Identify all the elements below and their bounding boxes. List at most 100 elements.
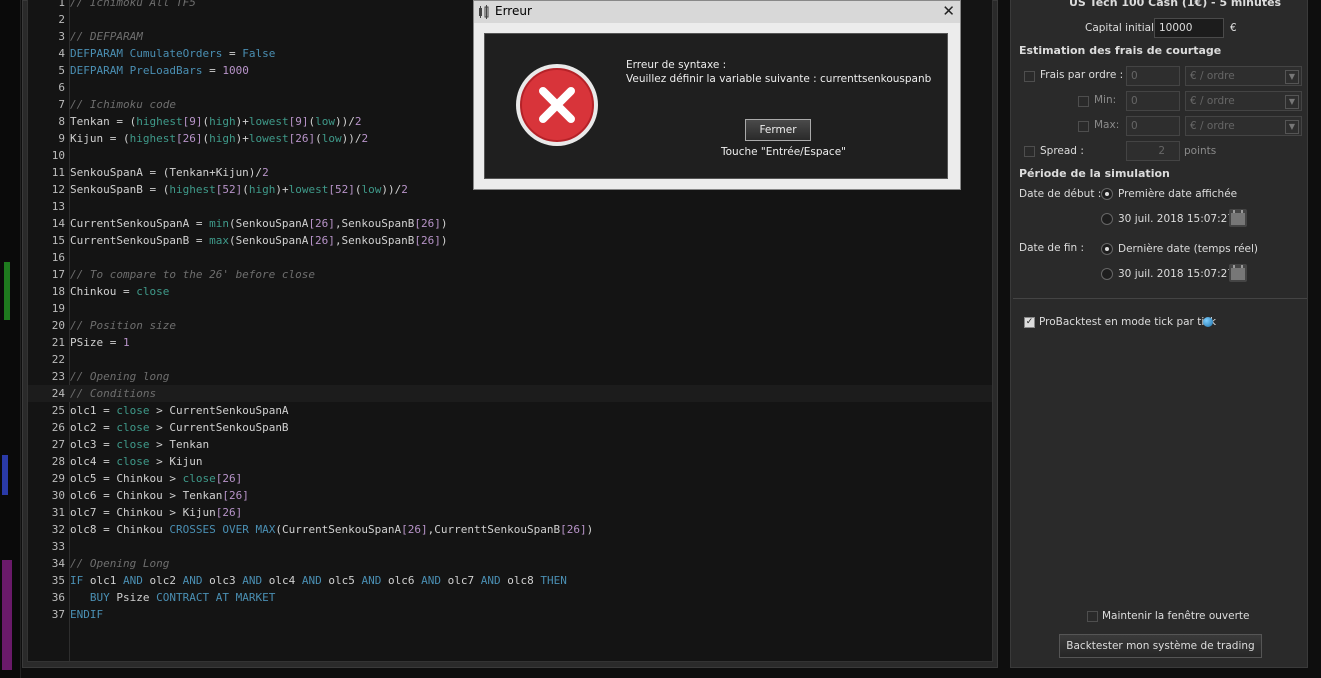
code-line[interactable]: 14 CurrentSenkouSpanA = min(SenkouSpanA[2… xyxy=(28,215,992,232)
code-token: high xyxy=(248,183,276,196)
code-line[interactable]: 23 // Opening long xyxy=(28,368,992,385)
code-line[interactable]: 30 olc6 = Chinkou > Tenkan[26] xyxy=(28,487,992,504)
code-line[interactable]: 31 olc7 = Chinkou > Kijun[26] xyxy=(28,504,992,521)
dialog-titlebar[interactable]: Erreur ✕ xyxy=(474,1,960,23)
code-line[interactable]: 16 xyxy=(28,249,992,266)
backtest-button[interactable]: Backtester mon système de trading xyxy=(1059,634,1262,658)
code-text: olc3 = close > Tenkan xyxy=(70,436,209,453)
code-token: [52] xyxy=(328,183,355,196)
line-number: 9 xyxy=(58,132,65,145)
code-line[interactable]: 37 ENDIF xyxy=(28,606,992,623)
min-checkbox[interactable] xyxy=(1078,96,1089,107)
code-line[interactable]: 29 olc5 = Chinkou > close[26] xyxy=(28,470,992,487)
code-line[interactable]: 36 BUY Psize CONTRACT AT MARKET xyxy=(28,589,992,606)
code-token: [26] xyxy=(222,489,249,502)
spread-input[interactable]: 2 xyxy=(1126,141,1180,161)
code-token: olc2 = xyxy=(70,421,117,434)
code-token: // Ichimoku code xyxy=(70,98,176,111)
code-token: IF xyxy=(70,574,84,587)
fees-section-title: Estimation des frais de courtage xyxy=(1019,44,1222,57)
min-input[interactable]: 0 xyxy=(1126,91,1180,111)
code-line[interactable]: 20 // Position size xyxy=(28,317,992,334)
fee-per-order-unit-select[interactable]: € / ordre ▼ xyxy=(1185,66,1302,86)
fee-per-order-input[interactable]: 0 xyxy=(1126,66,1180,86)
code-line[interactable]: 28 olc4 = close > Kijun xyxy=(28,453,992,470)
fee-per-order-checkbox[interactable] xyxy=(1024,71,1035,82)
min-unit-select[interactable]: € / ordre ▼ xyxy=(1185,91,1302,111)
end-last-date-radio[interactable] xyxy=(1101,243,1113,255)
code-token: Tenkan = ( xyxy=(70,115,137,128)
line-number: 37 xyxy=(51,608,65,621)
key-hint: Touche "Entrée/Espace" xyxy=(721,146,846,158)
code-text: Chinkou = close xyxy=(70,283,169,300)
code-token: AND xyxy=(301,574,322,587)
code-line[interactable]: 24 // Conditions xyxy=(28,385,992,402)
code-text: // To compare to the 26' before close xyxy=(70,266,315,283)
code-text: olc6 = Chinkou > Tenkan[26] xyxy=(70,487,249,504)
tick-mode-checkbox[interactable]: ✓ xyxy=(1024,317,1035,328)
spread-checkbox[interactable] xyxy=(1024,146,1035,157)
end-custom-date-radio[interactable] xyxy=(1101,268,1113,280)
close-icon[interactable]: ✕ xyxy=(942,2,955,20)
code-line[interactable]: 19 xyxy=(28,300,992,317)
code-line[interactable]: 32 olc8 = Chinkou CROSSES OVER MAX(Curren… xyxy=(28,521,992,538)
code-token: [26] xyxy=(175,132,203,145)
code-line[interactable]: 22 xyxy=(28,351,992,368)
code-text: olc7 = Chinkou > Kijun[26] xyxy=(70,504,242,521)
capital-input[interactable]: 10000 xyxy=(1154,18,1224,38)
start-custom-date-radio[interactable] xyxy=(1101,213,1113,225)
line-number: 19 xyxy=(51,302,65,315)
calendar-icon[interactable] xyxy=(1229,264,1247,282)
info-icon[interactable] xyxy=(1203,317,1213,327)
code-token: ) xyxy=(440,234,448,247)
keep-open-label: Maintenir la fenêtre ouverte xyxy=(1102,610,1250,622)
code-token: ENDIF xyxy=(70,608,104,621)
code-token: > Tenkan xyxy=(149,438,210,451)
code-token: THEN xyxy=(540,574,567,587)
code-token: ) xyxy=(440,217,448,230)
code-token: [52] xyxy=(215,183,243,196)
code-line[interactable]: 21 PSize = 1 xyxy=(28,334,992,351)
code-line[interactable]: 17 // To compare to the 26' before close xyxy=(28,266,992,283)
line-number: 20 xyxy=(51,319,65,332)
code-line[interactable]: 18 Chinkou = close xyxy=(28,283,992,300)
line-number: 31 xyxy=(51,506,65,519)
code-text: DEFPARAM CumulateOrders = False xyxy=(70,45,275,62)
close-button[interactable]: Fermer xyxy=(745,119,811,141)
keep-open-checkbox[interactable] xyxy=(1087,611,1098,622)
code-token: close xyxy=(182,472,216,485)
code-text: // Position size xyxy=(70,317,176,334)
code-token: olc7 = Chinkou > Kijun xyxy=(70,506,216,519)
fee-per-order-label: Frais par ordre : xyxy=(1040,69,1124,81)
code-line[interactable]: 25 olc1 = close > CurrentSenkouSpanA xyxy=(28,402,992,419)
start-date-label: Date de début : xyxy=(1019,188,1102,200)
code-line[interactable]: 27 olc3 = close > Tenkan xyxy=(28,436,992,453)
code-line[interactable]: 13 xyxy=(28,198,992,215)
code-text: // DEFPARAM xyxy=(70,28,143,45)
code-token: 2 xyxy=(262,166,269,179)
code-token: AND xyxy=(182,574,203,587)
calendar-icon[interactable] xyxy=(1229,209,1247,227)
code-token: [26] xyxy=(215,506,243,519)
code-line[interactable]: 15 CurrentSenkouSpanB = max(SenkouSpanA[2… xyxy=(28,232,992,249)
line-number: 36 xyxy=(51,591,65,604)
start-first-date-radio[interactable] xyxy=(1101,188,1113,200)
line-number: 3 xyxy=(58,30,65,43)
max-unit-select[interactable]: € / ordre ▼ xyxy=(1185,116,1302,136)
code-line[interactable]: 35 IF olc1 AND olc2 AND olc3 AND olc4 AND… xyxy=(28,572,992,589)
code-token: // Opening long xyxy=(70,370,170,383)
code-token: Kijun = ( xyxy=(70,132,130,145)
code-token: olc1 = xyxy=(70,404,117,417)
max-label: Max: xyxy=(1094,119,1120,131)
max-checkbox[interactable] xyxy=(1078,121,1089,132)
code-line[interactable]: 34 // Opening Long xyxy=(28,555,992,572)
code-line[interactable]: 33 xyxy=(28,538,992,555)
code-token: SenkouSpanA = (Tenkan+Kijun)/ xyxy=(70,166,263,179)
max-input[interactable]: 0 xyxy=(1126,116,1180,136)
line-number: 11 xyxy=(51,166,65,179)
code-line[interactable]: 26 olc2 = close > CurrentSenkouSpanB xyxy=(28,419,992,436)
line-number: 12 xyxy=(51,183,65,196)
code-token: [9] xyxy=(288,115,309,128)
code-token: close xyxy=(116,404,150,417)
